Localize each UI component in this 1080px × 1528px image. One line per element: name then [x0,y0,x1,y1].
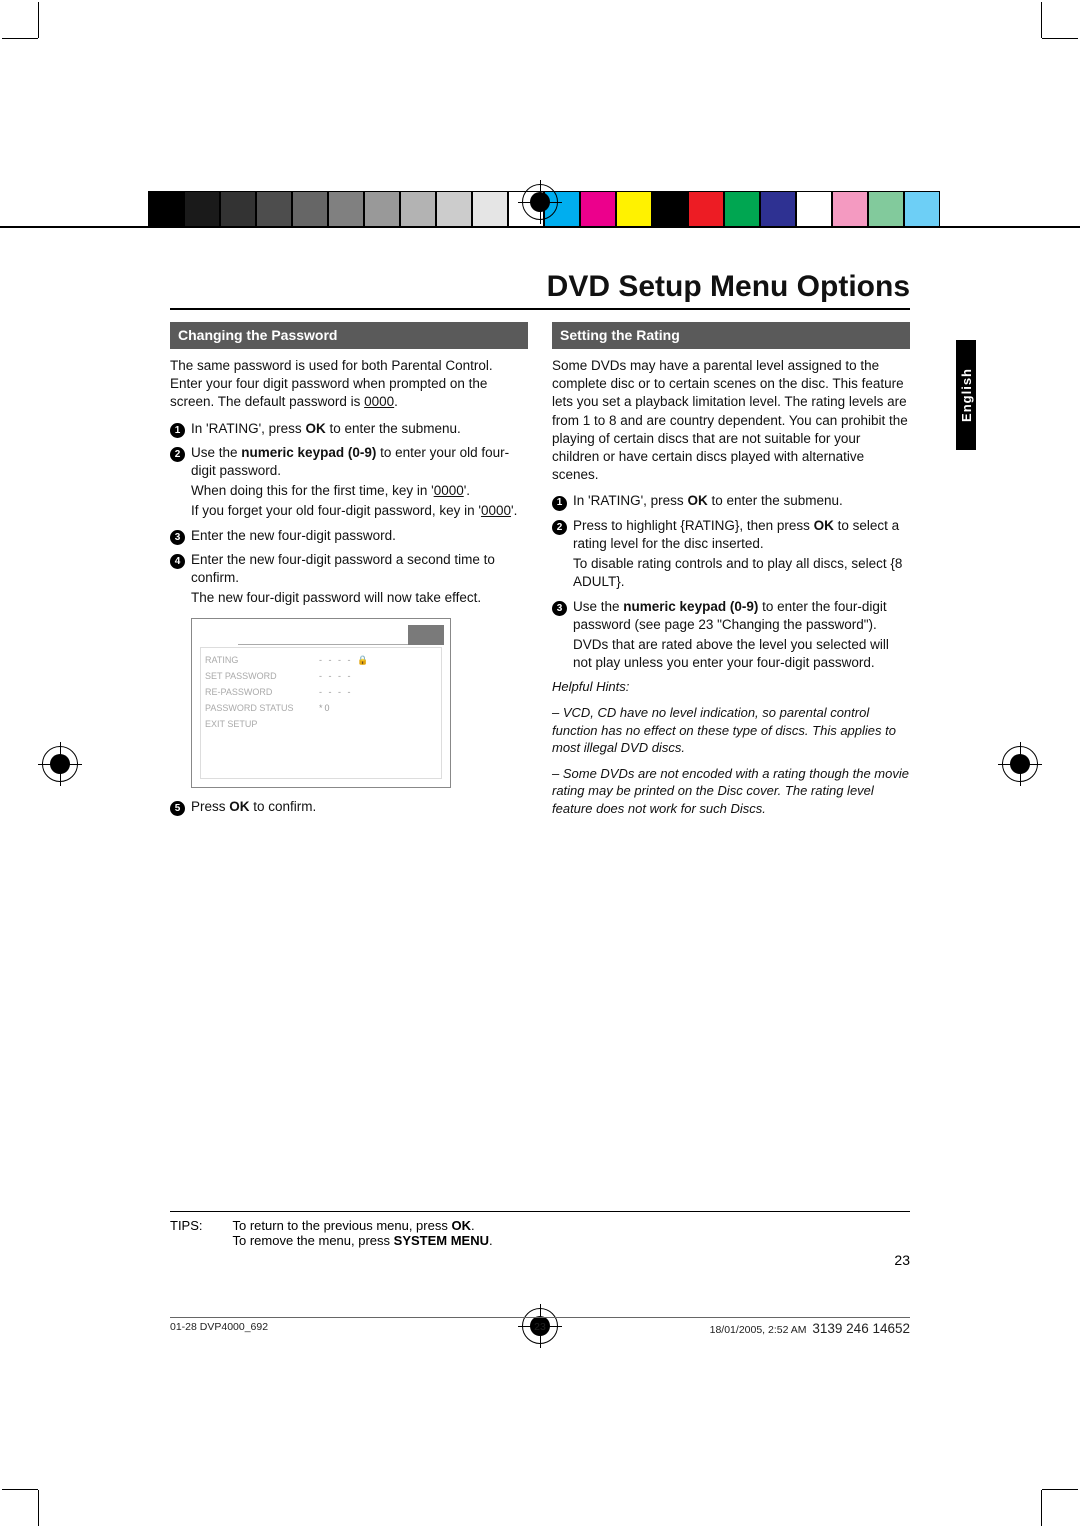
footer-right: 18/01/2005, 2:52 AM 3139 246 14652 [710,1321,910,1336]
rating-step-1: 1 In 'RATING', press OK to enter the sub… [552,492,910,510]
footer-rule [170,1317,910,1318]
footer-page: 23 [534,1321,546,1333]
language-tab-label: English [959,368,974,422]
rating-step-2: 2 Press to highlight {RATING}, then pres… [552,517,910,553]
password-intro: The same password is used for both Paren… [170,357,528,412]
lock-icon [408,625,444,645]
rating-step-3: 3 Use the numeric keypad (0-9) to enter … [552,598,910,634]
step-2-sub2: If you forget your old four-digit passwo… [191,502,528,520]
step-2-sub: When doing this for the first time, key … [191,482,528,500]
footer-filename: 01-28 DVP4000_692 [170,1321,268,1336]
registration-mark-icon [518,180,562,224]
section-heading-password: Changing the Password [170,322,528,349]
step-5: 5 Press OK to confirm. [170,798,528,816]
step-1: 1 In 'RATING', press OK to enter the sub… [170,420,528,438]
rating-intro: Some DVDs may have a parental level assi… [552,357,910,485]
tips-bar: TIPS: To return to the previous menu, pr… [170,1211,910,1248]
section-heading-rating: Setting the Rating [552,322,910,349]
tips-label: TIPS: [170,1218,203,1248]
step-2: 2 Use the numeric keypad (0-9) to enter … [170,444,528,480]
top-rule [0,226,1080,228]
footer: 01-28 DVP4000_692 23 18/01/2005, 2:52 AM… [170,1321,910,1336]
osd-screenshot: RATINGSET PASSWORDRE-PASSWORDPASSWORD ST… [191,618,451,788]
hint-2: – Some DVDs are not encoded with a ratin… [552,765,910,818]
step-4-sub: The new four-digit password will now tak… [191,589,528,607]
page-title: DVD Setup Menu Options [170,270,910,310]
registration-mark-icon [38,742,82,786]
page-number: 23 [894,1252,910,1268]
crop-mark [992,1440,1042,1490]
hint-1: – VCD, CD have no level indication, so p… [552,704,910,757]
registration-mark-icon [998,742,1042,786]
rating-step-2-sub: To disable rating controls and to play a… [573,555,910,591]
rating-step-3-sub: DVDs that are rated above the level you … [573,636,910,672]
crop-mark [38,38,88,88]
hints-title: Helpful Hints: [552,678,910,696]
language-tab: English [956,340,976,450]
crop-mark [992,38,1042,88]
crop-mark [38,1440,88,1490]
step-4: 4 Enter the new four-digit password a se… [170,551,528,587]
step-3: 3 Enter the new four-digit password. [170,527,528,545]
